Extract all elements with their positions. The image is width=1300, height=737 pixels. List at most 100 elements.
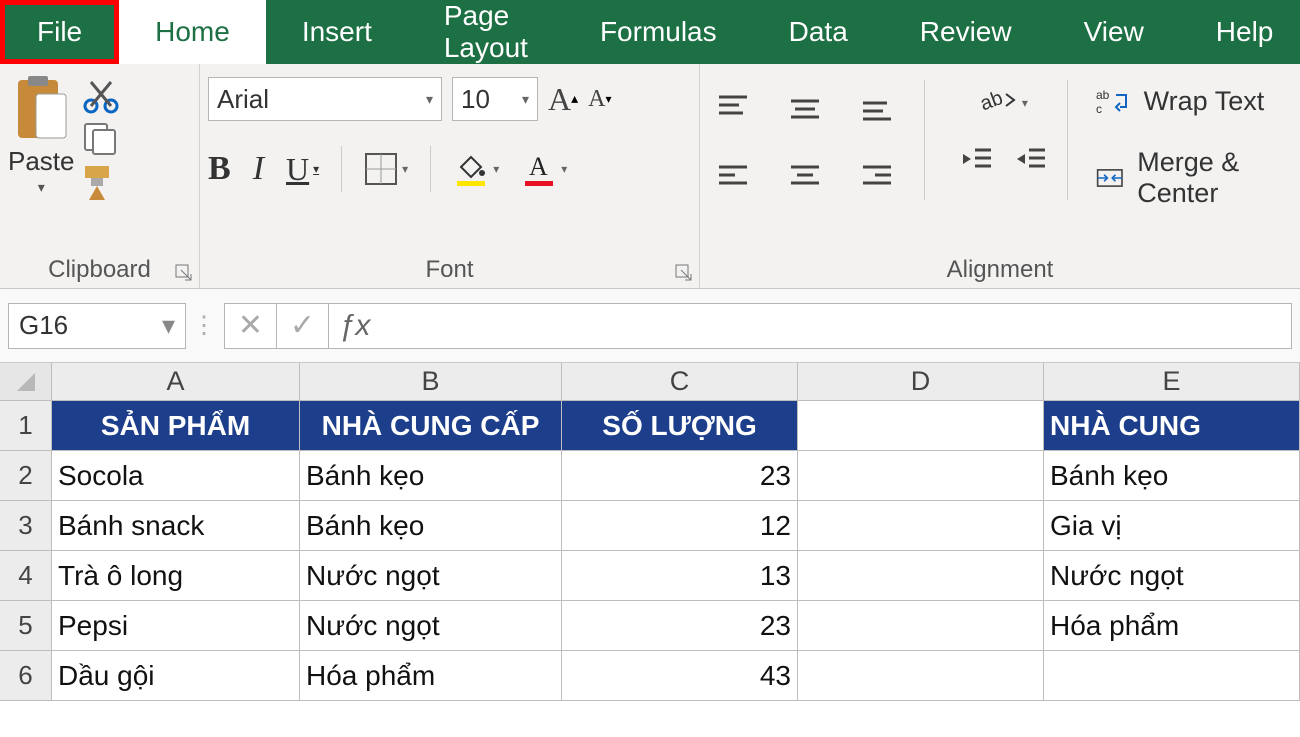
align-top-button[interactable] <box>708 80 758 136</box>
borders-button[interactable]: ▾ <box>364 152 408 186</box>
font-name-select[interactable]: Arial ▾ <box>208 77 442 121</box>
cell[interactable]: NHÀ CUNG <box>1044 401 1300 451</box>
wrap-text-button[interactable]: abc Wrap Text <box>1096 86 1292 117</box>
row-header[interactable]: 1 <box>0 401 52 451</box>
cell[interactable]: Dầu gội <box>52 651 300 701</box>
cut-button[interactable] <box>81 78 121 114</box>
underline-button[interactable]: U▾ <box>286 151 319 188</box>
accept-formula-button[interactable]: ✓ <box>276 303 328 349</box>
align-bottom-button[interactable] <box>852 80 902 136</box>
cell[interactable]: Hóa phẩm <box>300 651 562 701</box>
merge-center-button[interactable]: Merge & Center <box>1096 147 1292 209</box>
cell[interactable] <box>798 501 1044 551</box>
sheet-grid: A B C D E 1 SẢN PHẨM NHÀ CUNG CẤP SỐ LƯỢ… <box>0 363 1300 701</box>
align-left-button[interactable] <box>708 148 758 204</box>
align-center-button[interactable] <box>780 148 830 204</box>
increase-font-button[interactable]: A▴ <box>548 81 578 118</box>
svg-text:ab: ab <box>980 87 1006 115</box>
column-header-A[interactable]: A <box>52 363 300 401</box>
cell[interactable] <box>1044 651 1300 701</box>
tab-page-layout[interactable]: Page Layout <box>408 0 564 64</box>
decrease-indent-button[interactable] <box>959 144 995 174</box>
column-header-E[interactable]: E <box>1044 363 1300 401</box>
cell[interactable]: Trà ô long <box>52 551 300 601</box>
cell[interactable]: Nước ngọt <box>300 551 562 601</box>
ribbon-tabs: File Home Insert Page Layout Formulas Da… <box>0 0 1300 64</box>
column-header-B[interactable]: B <box>300 363 562 401</box>
group-alignment-label: Alignment <box>708 256 1292 286</box>
bold-button[interactable]: B <box>208 150 231 188</box>
paste-dropdown[interactable]: ▾ <box>38 179 45 196</box>
tab-file[interactable]: File <box>0 0 119 64</box>
row-header[interactable]: 3 <box>0 501 52 551</box>
group-font: Arial ▾ 10 ▾ A▴ A▾ B I U▾ <box>200 64 700 288</box>
group-clipboard: Paste ▾ Clipboard <box>0 64 200 288</box>
copy-button[interactable] <box>81 120 121 156</box>
cell[interactable]: 13 <box>562 551 798 601</box>
cell[interactable]: NHÀ CUNG CẤP <box>300 401 562 451</box>
cell[interactable]: 43 <box>562 651 798 701</box>
column-header-D[interactable]: D <box>798 363 1044 401</box>
tab-help[interactable]: Help <box>1180 0 1300 64</box>
cell[interactable]: Bánh kẹo <box>300 501 562 551</box>
cell[interactable]: Nước ngọt <box>1044 551 1300 601</box>
italic-button[interactable]: I <box>253 150 264 188</box>
cell[interactable]: SẢN PHẨM <box>52 401 300 451</box>
cell[interactable]: Pepsi <box>52 601 300 651</box>
cell[interactable]: 23 <box>562 601 798 651</box>
tab-home[interactable]: Home <box>119 0 266 64</box>
font-size-value: 10 <box>461 84 490 115</box>
cell[interactable]: 23 <box>562 451 798 501</box>
increase-indent-button[interactable] <box>1013 144 1049 174</box>
cell[interactable]: 12 <box>562 501 798 551</box>
tab-review[interactable]: Review <box>884 0 1048 64</box>
cell[interactable]: Hóa phẩm <box>1044 601 1300 651</box>
name-box[interactable]: G16 ▾ <box>8 303 186 349</box>
row-header[interactable]: 2 <box>0 451 52 501</box>
cell[interactable] <box>798 651 1044 701</box>
align-middle-button[interactable] <box>780 80 830 136</box>
group-alignment: ab ▾ abc Wrap Text Merge & Center <box>700 64 1300 288</box>
cell[interactable]: SỐ LƯỢNG <box>562 401 798 451</box>
ribbon: Paste ▾ Clipboard <box>0 64 1300 289</box>
cell[interactable]: Bánh kẹo <box>300 451 562 501</box>
font-name-value: Arial <box>217 84 269 115</box>
cell[interactable]: Bánh kẹo <box>1044 451 1300 501</box>
paste-label: Paste <box>8 146 75 177</box>
font-size-select[interactable]: 10 ▾ <box>452 77 538 121</box>
tab-data[interactable]: Data <box>753 0 884 64</box>
decrease-font-button[interactable]: A▾ <box>588 86 611 113</box>
row-header[interactable]: 6 <box>0 651 52 701</box>
cell[interactable] <box>798 601 1044 651</box>
cell[interactable]: Nước ngọt <box>300 601 562 651</box>
select-all-corner[interactable] <box>0 363 52 401</box>
chevron-down-icon: ▾ <box>426 91 433 108</box>
tab-view[interactable]: View <box>1048 0 1180 64</box>
tab-insert[interactable]: Insert <box>266 0 408 64</box>
cancel-formula-button[interactable]: ✕ <box>224 303 276 349</box>
formula-input[interactable] <box>379 303 1292 349</box>
column-header-C[interactable]: C <box>562 363 798 401</box>
row-header[interactable]: 5 <box>0 601 52 651</box>
fill-color-button[interactable]: ▾ <box>453 151 499 187</box>
cell[interactable] <box>798 551 1044 601</box>
clipboard-launcher[interactable] <box>175 264 193 282</box>
cell[interactable]: Gia vị <box>1044 501 1300 551</box>
cell[interactable] <box>798 451 1044 501</box>
font-color-button[interactable]: A ▾ <box>521 151 567 187</box>
tab-formulas[interactable]: Formulas <box>564 0 753 64</box>
cell[interactable]: Socola <box>52 451 300 501</box>
row-header[interactable]: 4 <box>0 551 52 601</box>
name-box-expand[interactable]: ⋮ <box>186 311 224 340</box>
align-right-button[interactable] <box>852 148 902 204</box>
group-clipboard-label: Clipboard <box>8 256 191 286</box>
fx-button[interactable]: ƒx <box>328 303 380 349</box>
cell[interactable] <box>798 401 1044 451</box>
orientation-button[interactable]: ab ▾ <box>959 86 1049 120</box>
chevron-down-icon: ▾ <box>162 310 175 341</box>
paste-button[interactable] <box>10 74 72 144</box>
format-painter-button[interactable] <box>79 162 123 202</box>
cell[interactable]: Bánh snack <box>52 501 300 551</box>
font-launcher[interactable] <box>675 264 693 282</box>
svg-text:ab: ab <box>1096 88 1110 102</box>
